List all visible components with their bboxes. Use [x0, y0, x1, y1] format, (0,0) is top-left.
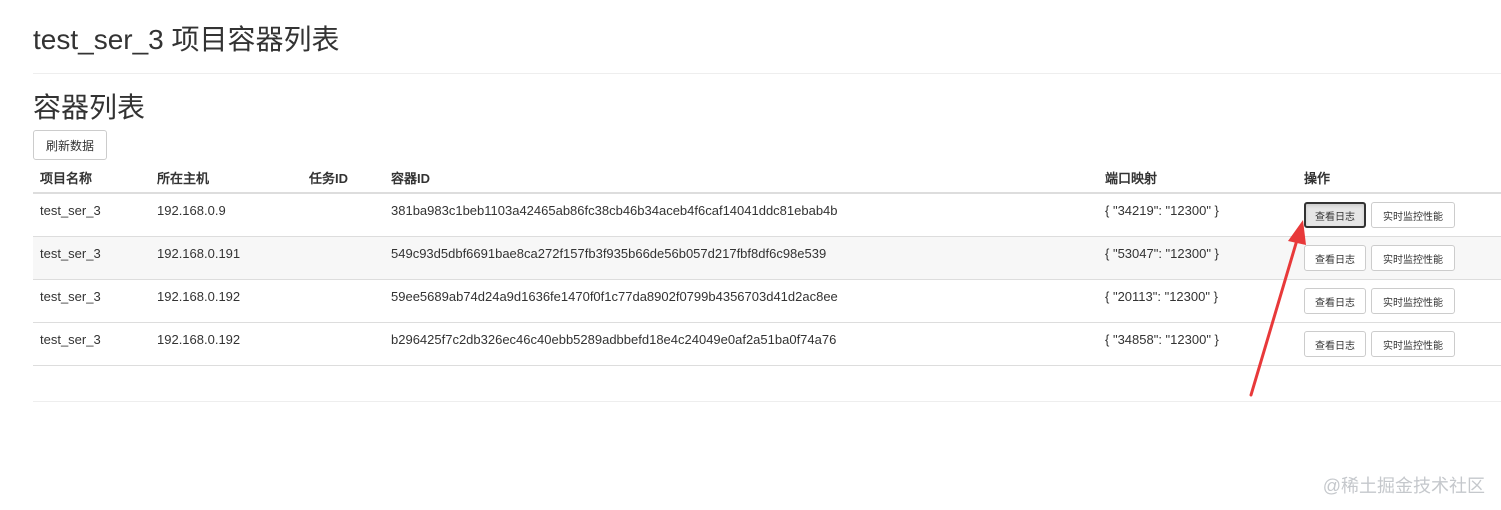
realtime-monitor-button[interactable]: 实时监控性能 — [1371, 202, 1455, 228]
header-project-name: 项目名称 — [40, 171, 93, 186]
cell-project-name: test_ser_3 — [40, 332, 101, 347]
table-row: test_ser_3 192.168.0.191 549c93d5dbf6691… — [33, 237, 1501, 280]
section-title: 容器列表 — [33, 92, 146, 123]
page-title: test_ser_3 项目容器列表 — [33, 24, 340, 55]
header-task-id: 任务ID — [309, 171, 349, 186]
realtime-monitor-button[interactable]: 实时监控性能 — [1371, 288, 1455, 314]
table-header: 项目名称 所在主机 任务ID 容器ID 端口映射 操作 — [33, 161, 1501, 194]
table-row: test_ser_3 192.168.0.192 b296425f7c2db32… — [33, 323, 1501, 366]
view-log-button[interactable]: 查看日志 — [1304, 245, 1366, 271]
cell-host: 192.168.0.191 — [157, 246, 241, 261]
view-log-button[interactable]: 查看日志 — [1304, 288, 1366, 314]
cell-container-id: 549c93d5dbf6691bae8ca272f157fb3f935b66de… — [391, 246, 827, 261]
cell-container-id: 59ee5689ab74d24a9d1636fe1470f0f1c77da890… — [391, 289, 838, 304]
header-port-mapping: 端口映射 — [1105, 171, 1158, 186]
title-divider — [33, 73, 1501, 74]
container-table: 项目名称 所在主机 任务ID 容器ID 端口映射 操作 test_ser_3 1… — [33, 161, 1501, 366]
view-log-button[interactable]: 查看日志 — [1304, 202, 1366, 228]
cell-host: 192.168.0.192 — [157, 289, 241, 304]
cell-project-name: test_ser_3 — [40, 246, 101, 261]
table-bottom-divider — [33, 401, 1501, 402]
cell-port-mapping: { "34219": "12300" } — [1105, 203, 1219, 218]
refresh-data-button[interactable]: 刷新数据 — [33, 130, 107, 160]
header-container-id: 容器ID — [391, 171, 431, 186]
table-row: test_ser_3 192.168.0.9 381ba983c1beb1103… — [33, 194, 1501, 237]
cell-port-mapping: { "20113": "12300" } — [1105, 289, 1218, 304]
table-row: test_ser_3 192.168.0.192 59ee5689ab74d24… — [33, 280, 1501, 323]
header-host: 所在主机 — [157, 171, 210, 186]
cell-container-id: b296425f7c2db326ec46c40ebb5289adbbefd18e… — [391, 332, 837, 347]
cell-host: 192.168.0.9 — [157, 203, 226, 218]
cell-port-mapping: { "53047": "12300" } — [1105, 246, 1219, 261]
header-actions: 操作 — [1304, 171, 1331, 186]
cell-project-name: test_ser_3 — [40, 289, 101, 304]
cell-container-id: 381ba983c1beb1103a42465ab86fc38cb46b34ac… — [391, 203, 838, 218]
watermark: @稀土掘金技术社区 — [1322, 476, 1485, 496]
cell-host: 192.168.0.192 — [157, 332, 241, 347]
realtime-monitor-button[interactable]: 实时监控性能 — [1371, 245, 1455, 271]
cell-port-mapping: { "34858": "12300" } — [1105, 332, 1219, 347]
realtime-monitor-button[interactable]: 实时监控性能 — [1371, 331, 1455, 357]
cell-project-name: test_ser_3 — [40, 203, 101, 218]
view-log-button[interactable]: 查看日志 — [1304, 331, 1366, 357]
